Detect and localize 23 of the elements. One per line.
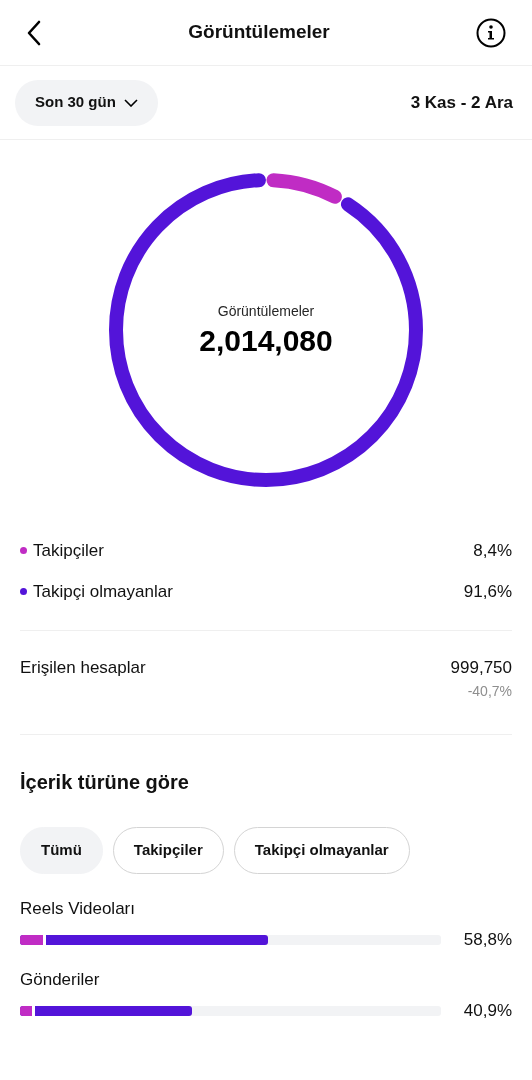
back-icon[interactable] bbox=[26, 19, 42, 46]
legend-value: 8,4% bbox=[473, 539, 512, 562]
info-icon[interactable] bbox=[476, 17, 506, 48]
chevron-down-icon bbox=[123, 98, 138, 107]
filter-chip[interactable]: Tümü bbox=[20, 826, 103, 874]
legend-label: Takipçi olmayanlar bbox=[33, 580, 173, 603]
reach-change: -40,7% bbox=[467, 681, 512, 701]
filter-chip[interactable]: Takipçiler bbox=[112, 826, 224, 874]
legend-label: Takipçiler bbox=[33, 539, 104, 562]
period-dropdown[interactable]: Son 30 gün bbox=[15, 79, 158, 126]
reach-value: 999,750 bbox=[450, 657, 512, 679]
chart-total: 2,014,080 bbox=[199, 322, 333, 359]
section-title: İçerik türüne göre bbox=[20, 769, 190, 795]
page-title: Görüntülemeler bbox=[188, 20, 330, 45]
content-type-value: 40,9% bbox=[463, 1000, 512, 1022]
filter-chip[interactable]: Takipçi olmayanlar bbox=[233, 826, 410, 874]
legend-value: 91,6% bbox=[463, 580, 512, 603]
content-type-value: 58,8% bbox=[463, 929, 512, 951]
content-type-label: Gönderiler bbox=[20, 968, 101, 991]
date-range: 3 Kas - 2 Ara bbox=[410, 91, 514, 114]
reach-label: Erişilen hesaplar bbox=[20, 657, 146, 679]
chart-label: Görüntülemeler bbox=[217, 301, 315, 321]
content-type-label: Reels Videoları bbox=[20, 897, 136, 920]
